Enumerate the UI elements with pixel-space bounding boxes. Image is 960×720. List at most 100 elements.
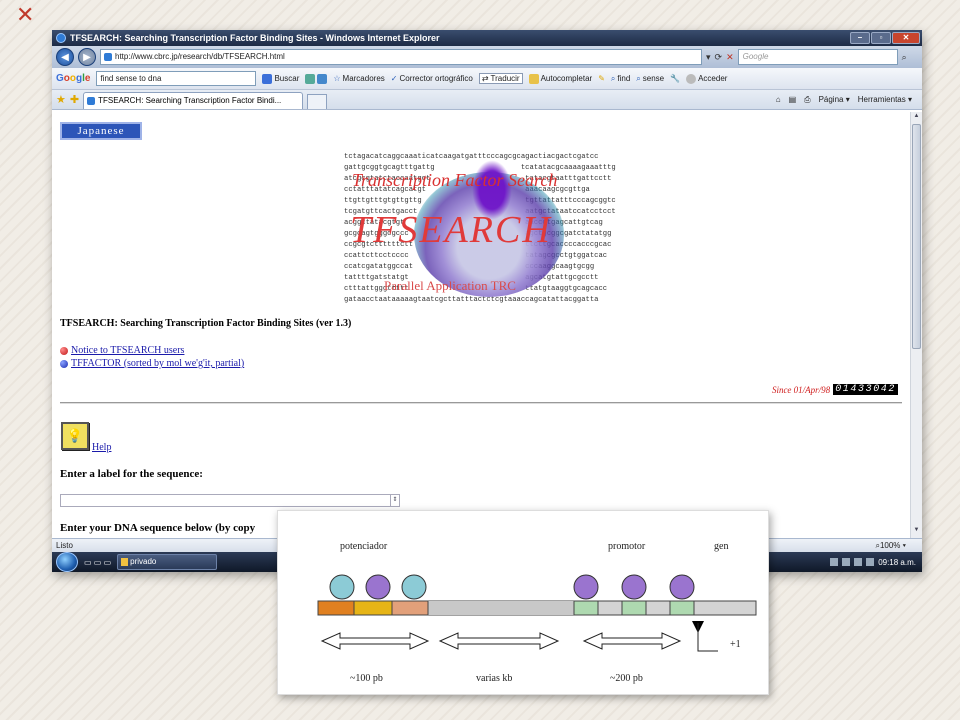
window-title-bar: TFSEARCH: Searching Transcription Factor… — [52, 30, 922, 46]
toolbar-icons-group[interactable] — [305, 73, 328, 84]
counter-value: 01433042 — [833, 384, 898, 395]
tss-marker — [697, 623, 718, 652]
taskbar-window-button[interactable]: privado — [117, 554, 218, 570]
gene-label: gen — [714, 541, 728, 552]
transcription-factor — [573, 574, 599, 600]
label-prompt: Enter a label for the sequence: — [60, 468, 203, 480]
new-tab-button[interactable] — [307, 94, 328, 109]
red-bullet-icon — [60, 346, 68, 355]
tray-icon[interactable] — [854, 558, 863, 566]
tray-icon[interactable] — [830, 558, 839, 566]
bookmarks-button[interactable]: ☆ Marcadores — [333, 74, 384, 83]
logo-title-small: Transcription Factor Search — [352, 170, 558, 190]
page-menu-button[interactable]: Página ▾ — [819, 95, 850, 105]
promoter-site — [621, 600, 647, 616]
forward-arrow-icon[interactable]: ▶ — [78, 48, 96, 66]
google-toolbar: Google find sense to dna Buscar ☆ Marcado… — [52, 68, 922, 90]
slide-corner-mark: ✕ — [16, 2, 35, 27]
tray-icon[interactable] — [866, 558, 875, 566]
spellcheck-button[interactable]: ✓ Corrector ortográfico — [391, 74, 473, 83]
enhancer-site — [391, 600, 429, 616]
logo-subtitle: Parallel Application TRC — [384, 278, 516, 293]
logo-title-big: TFSEARCH — [350, 209, 552, 251]
tffactor-link[interactable]: TFFACTOR (sorted by mol we'g'it, partial… — [71, 357, 244, 370]
highlight-button[interactable]: ✎ — [598, 74, 605, 83]
zoom-level[interactable]: ⌕100% ▾ — [875, 539, 906, 552]
url-field[interactable]: http://www.cbrc.jp/research/db/TFSEARCH.… — [100, 49, 702, 65]
print-icon[interactable]: ⎙ — [804, 95, 810, 105]
find-icon: ⌕ — [636, 73, 641, 83]
tfsearch-logo: tctagacatcaggcaaaticatcaagatgatttcccagcg… — [344, 152, 616, 304]
scroll-up-icon[interactable]: ▲ — [912, 113, 921, 123]
sequence-label-input[interactable]: ⇕ — [60, 494, 400, 507]
back-arrow-icon[interactable]: ◀ — [56, 48, 74, 66]
activator-protein — [365, 574, 391, 600]
japanese-button[interactable]: Japanese — [60, 122, 142, 140]
favorites-star-icon[interactable]: ★ — [56, 93, 66, 106]
autofill-button[interactable]: Autocompletar — [528, 73, 592, 84]
feeds-icon[interactable]: ▤ — [789, 95, 797, 105]
ie-logo-icon — [56, 33, 66, 43]
wrench-icon: 🔧 — [670, 74, 681, 83]
help-link[interactable]: Help — [92, 442, 111, 453]
add-favorite-icon[interactable]: ✚ — [70, 93, 79, 106]
tray-icon[interactable] — [842, 558, 851, 566]
url-dropdown-icon[interactable]: ▾ — [706, 52, 711, 63]
pencil-icon: ✎ — [598, 74, 605, 83]
find-term-button[interactable]: ⌕ find — [611, 74, 630, 84]
tab-tfsearch[interactable]: TFSEARCH: Searching Transcription Factor… — [83, 92, 304, 109]
scroll-thumb[interactable] — [912, 124, 921, 349]
refresh-icon[interactable]: ⟳ — [715, 52, 723, 63]
enhancer-site — [353, 600, 393, 616]
scroll-arrows-icon[interactable]: ⇕ — [390, 495, 399, 506]
distance-arrow-promoter — [582, 632, 682, 650]
distance-arrow-middle — [438, 632, 560, 650]
address-bar: ◀ ▶ http://www.cbrc.jp/research/db/TFSEA… — [52, 46, 922, 68]
toolbar-settings-button[interactable]: 🔧 — [670, 74, 680, 83]
autofill-icon — [528, 73, 539, 84]
magnifier-icon[interactable]: ⌕ — [902, 52, 907, 63]
dna-linker — [428, 601, 574, 615]
promoter-site — [573, 600, 599, 616]
start-orb-icon[interactable] — [56, 552, 78, 572]
gene-regulation-diagram: potenciador promotor gen +1 ~100 pb vari… — [277, 510, 769, 695]
command-bar: ⌂ ▤ ⎙ Página ▾ Herramientas ▾ — [776, 95, 922, 105]
translate-button[interactable]: ⇄ Traducir — [478, 73, 523, 84]
promoter-site — [669, 600, 695, 616]
signin-button[interactable]: Acceder — [686, 73, 727, 84]
clock: 09:18 a.m. — [878, 557, 916, 567]
scroll-down-icon[interactable]: ▼ — [912, 527, 921, 537]
divider — [60, 402, 902, 404]
google-search-button[interactable]: Buscar — [262, 73, 299, 84]
page-content: Japanese tctagacatcaggcaaaticatcaagatgat… — [52, 112, 910, 538]
distance-label: ~100 pb — [350, 673, 383, 684]
quicklaunch-icons[interactable]: ▭ ▭ ▭ — [84, 558, 111, 567]
find-icon: ⌕ — [610, 73, 616, 83]
live-search-input[interactable]: Google — [737, 49, 898, 65]
close-icon[interactable]: ✕ — [892, 32, 920, 44]
vertical-scrollbar[interactable]: ▲ ▼ — [910, 112, 922, 538]
stop-icon[interactable]: ✕ — [726, 52, 734, 63]
tss-label: +1 — [730, 639, 741, 650]
page-heading: TFSEARCH: Searching Transcription Factor… — [60, 318, 352, 329]
google-search-input[interactable]: find sense to dna — [96, 71, 257, 86]
promoter-label: promotor — [608, 541, 646, 552]
lightbulb-icon[interactable]: 💡 — [61, 422, 89, 450]
transcription-factor — [621, 574, 647, 600]
spellcheck-icon: ✓ — [390, 74, 398, 83]
enhancer-site — [317, 600, 355, 616]
puzzle-icon — [317, 73, 328, 84]
transcription-factor — [669, 574, 695, 600]
notice-link[interactable]: Notice to TFSEARCH users — [71, 344, 184, 357]
maximize-icon[interactable]: ▫ — [871, 32, 891, 44]
minimize-icon[interactable]: – — [850, 32, 870, 44]
visit-counter: Since 01/Apr/98 01433042 — [772, 384, 898, 395]
pagerank-icon — [305, 73, 316, 84]
sense-term-button[interactable]: ⌕ sense — [636, 74, 664, 84]
home-icon[interactable]: ⌂ — [776, 95, 781, 105]
tools-menu-button[interactable]: Herramientas ▾ — [858, 95, 912, 105]
distance-arrow-enhancer — [320, 632, 430, 650]
since-date: Since 01/Apr/98 — [771, 384, 831, 395]
distance-label: ~200 pb — [610, 673, 643, 684]
star-icon: ☆ — [333, 74, 341, 83]
